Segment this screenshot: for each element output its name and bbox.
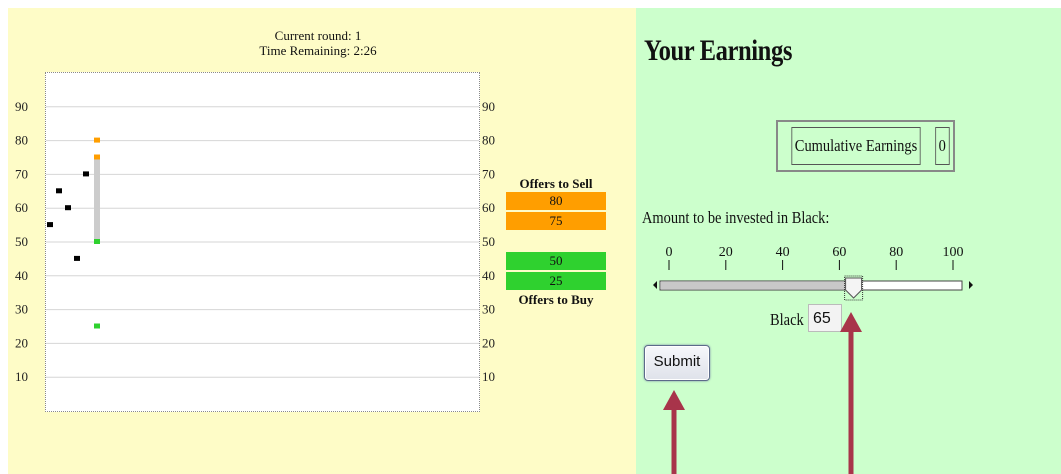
y-tick-label-right: 80	[482, 133, 495, 148]
y-tick-label-left: 40	[15, 268, 28, 283]
slider-right-arrow-icon	[969, 281, 973, 289]
buy-offer[interactable]: 25	[506, 272, 606, 290]
earnings-panel: Your Earnings Cumulative Earnings 0 Amou…	[636, 8, 1061, 474]
y-tick-label-right: 50	[482, 234, 495, 249]
investment-slider[interactable]: 0 20 40 60 80 100	[636, 238, 1061, 308]
slider-scale-label: 60	[832, 245, 846, 260]
earnings-title: Your Earnings	[644, 34, 793, 67]
y-tick-label-left: 80	[15, 133, 28, 148]
y-tick-label-left: 90	[15, 99, 28, 114]
y-tick-label-left: 30	[15, 302, 28, 317]
offers-to-sell-heading: Offers to Sell	[519, 176, 593, 191]
arrow-to-submit	[663, 390, 685, 474]
y-tick-label-right: 40	[482, 268, 495, 283]
slider-scale-label: 40	[776, 245, 790, 260]
buy-offer[interactable]: 50	[506, 252, 606, 270]
y-tick-label-left: 50	[15, 234, 28, 249]
sell-offer[interactable]: 75	[506, 212, 606, 230]
invest-label: Amount to be invested in Black:	[642, 208, 830, 227]
cumulative-earnings-value: 0	[935, 127, 950, 165]
y-tick-label-right: 10	[482, 369, 495, 384]
y-tick-label-left: 60	[15, 200, 28, 215]
slider-scale-label: 20	[719, 245, 733, 260]
arrow-to-slider	[840, 312, 862, 474]
y-tick-label-right: 70	[482, 166, 495, 181]
y-tick-label-right: 90	[482, 99, 495, 114]
slider-handle[interactable]	[844, 275, 864, 301]
slider-handle-icon	[845, 277, 863, 299]
y-tick-label-left: 20	[15, 335, 28, 350]
y-tick-label-left: 10	[15, 369, 28, 384]
slider-scale-label: 100	[943, 245, 964, 260]
market-panel: Current round: 1 Time Remaining: 2:26 10…	[8, 8, 636, 474]
sell-offer[interactable]: 80	[506, 192, 606, 210]
offers-to-buy-heading: Offers to Buy	[518, 292, 594, 307]
cumulative-earnings-label: Cumulative Earnings	[791, 127, 921, 165]
offers-panel: Offers to Sell 80 75 50 25 Offers to Buy	[506, 176, 606, 308]
slider-left-arrow-icon	[653, 281, 657, 289]
black-value-field[interactable]: 65	[808, 304, 842, 332]
y-tick-label-right: 20	[482, 335, 495, 350]
slider-fill	[661, 282, 854, 289]
y-tick-label-right: 30	[482, 302, 495, 317]
cumulative-earnings-box: Cumulative Earnings 0	[776, 120, 955, 172]
slider-scale-label: 80	[889, 245, 903, 260]
black-label: Black	[770, 310, 804, 329]
submit-button[interactable]: Submit	[644, 345, 710, 381]
slider-scale-label: 0	[666, 245, 673, 260]
y-tick-label-right: 60	[482, 200, 495, 215]
y-tick-label-left: 70	[15, 166, 28, 181]
